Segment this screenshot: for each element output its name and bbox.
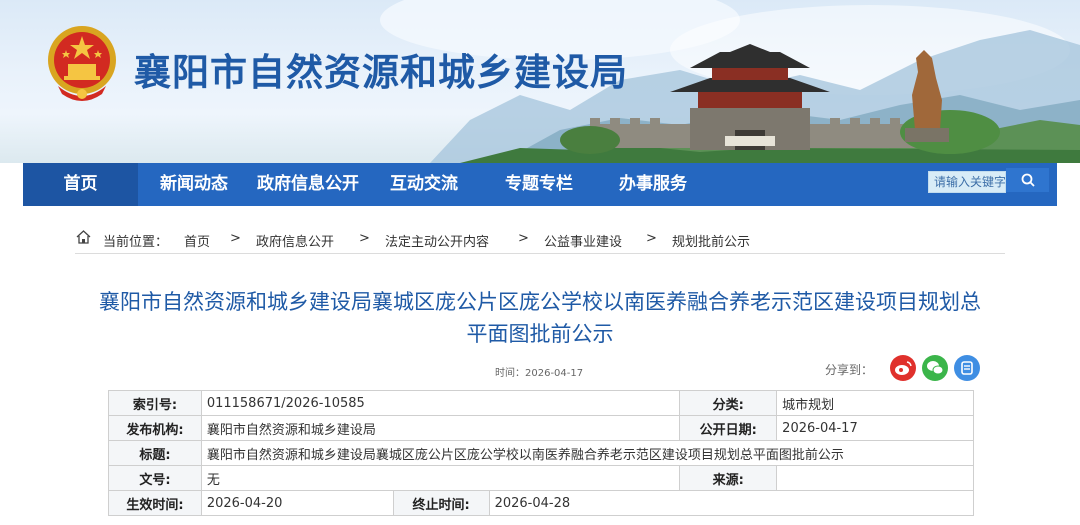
wechat-icon	[927, 361, 944, 375]
header-banner: 襄阳市自然资源和城乡建设局	[0, 0, 1080, 163]
site-title: 襄阳市自然资源和城乡建设局	[134, 51, 628, 94]
search-button[interactable]	[1006, 168, 1049, 192]
breadcrumb-separator: >	[230, 231, 241, 246]
nav-news[interactable]: 新闻动态	[160, 163, 228, 206]
source-label: 来源:	[679, 465, 778, 491]
search-icon	[1021, 173, 1035, 187]
effective-label: 生效时间:	[108, 490, 202, 516]
breadcrumb-separator: >	[359, 231, 370, 246]
table-row: 索引号: 011158671/2026-10585 分类: 城市规划	[108, 390, 974, 416]
index-value: 011158671/2026-10585	[200, 390, 681, 416]
title-value: 襄阳市自然资源和城乡建设局襄城区庞公片区庞公学校以南医养融合养老示范区建设项目规…	[200, 440, 975, 466]
article-title: 襄阳市自然资源和城乡建设局襄城区庞公片区庞公学校以南医养融合养老示范区建设项目规…	[99, 290, 981, 346]
home-icon	[76, 230, 91, 244]
breadcrumb: 当前位置： 首页 > 政府信息公开 > 法定主动公开内容 > 公益事业建设 > …	[75, 226, 1005, 254]
breadcrumb-separator: >	[518, 231, 529, 246]
source-value	[776, 465, 974, 491]
doc-no-label: 文号:	[108, 465, 202, 491]
table-row: 生效时间: 2026-04-20 终止时间: 2026-04-28	[108, 490, 975, 516]
index-label: 索引号:	[108, 390, 202, 416]
article-date: 时间：2026-04-17	[495, 368, 584, 379]
qzone-icon	[961, 361, 973, 375]
breadcrumb-legal-content[interactable]: 法定主动公开内容	[385, 231, 489, 250]
effective-value: 2026-04-20	[200, 490, 394, 516]
breadcrumb-planning-notice[interactable]: 规划批前公示	[672, 231, 750, 250]
expiry-value: 2026-04-28	[488, 490, 975, 516]
table-row: 发布机构: 襄阳市自然资源和城乡建设局 公开日期: 2026-04-17	[108, 415, 974, 441]
expiry-label: 终止时间:	[392, 490, 490, 516]
category-value: 城市规划	[776, 390, 974, 416]
wechat-icon[interactable]	[922, 355, 948, 381]
breadcrumb-separator: >	[646, 231, 657, 246]
publisher-label: 发布机构:	[108, 415, 202, 441]
nav-gov-info[interactable]: 政府信息公开	[257, 163, 359, 206]
breadcrumb-prefix: 当前位置：	[103, 235, 169, 250]
weibo-icon	[895, 361, 912, 375]
doc-no-value: 无	[200, 465, 681, 491]
breadcrumb-home[interactable]: 首页	[184, 231, 210, 250]
title-label: 标题:	[108, 440, 202, 466]
national-emblem-icon	[48, 26, 116, 101]
info-table: 索引号: 011158671/2026-10585 分类: 城市规划 发布机构:…	[108, 390, 975, 516]
publish-date-value: 2026-04-17	[776, 415, 974, 441]
nav-home[interactable]: 首页	[23, 163, 138, 206]
main-nav: 首页 新闻动态 政府信息公开 互动交流 专题专栏 办事服务 请输入关键字	[23, 163, 1057, 206]
table-row: 文号: 无 来源:	[108, 465, 974, 491]
category-label: 分类:	[679, 390, 778, 416]
weibo-icon[interactable]	[890, 355, 916, 381]
nav-topics[interactable]: 专题专栏	[505, 163, 573, 206]
publisher-value: 襄阳市自然资源和城乡建设局	[200, 415, 681, 441]
breadcrumb-gov-info[interactable]: 政府信息公开	[256, 231, 334, 250]
qzone-icon[interactable]	[954, 355, 980, 381]
search-input[interactable]: 请输入关键字	[928, 171, 1006, 193]
share-label: 分享到：	[825, 363, 874, 377]
nav-services[interactable]: 办事服务	[619, 163, 687, 206]
breadcrumb-public-welfare[interactable]: 公益事业建设	[544, 231, 622, 250]
publish-date-label: 公开日期:	[679, 415, 778, 441]
table-row: 标题: 襄阳市自然资源和城乡建设局襄城区庞公片区庞公学校以南医养融合养老示范区建…	[108, 440, 975, 466]
nav-interaction[interactable]: 互动交流	[390, 163, 458, 206]
